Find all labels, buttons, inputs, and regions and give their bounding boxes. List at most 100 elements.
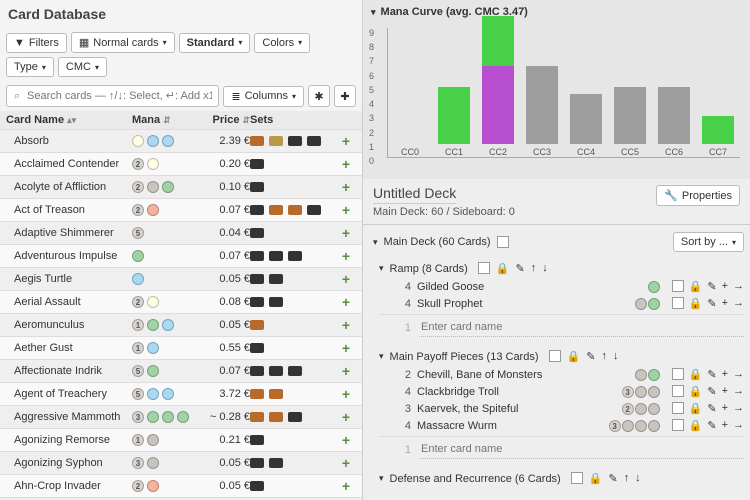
bar-CC3[interactable]: CC3 xyxy=(526,16,558,157)
table-row[interactable]: Adventurous Impulse 0.07 € + xyxy=(0,245,362,268)
checkbox[interactable] xyxy=(571,472,583,484)
bar-CC5[interactable]: CC5 xyxy=(614,16,646,157)
add-card-button[interactable]: ✚ xyxy=(334,85,356,107)
col-price[interactable]: Price⇵ xyxy=(194,114,250,126)
table-row[interactable]: Acolyte of Affliction 2 0.10 € + xyxy=(0,176,362,199)
edit-icon[interactable]: ✎ xyxy=(707,297,716,310)
table-row[interactable]: Aeromunculus 1 0.05 € + xyxy=(0,314,362,337)
right-icon[interactable]: → xyxy=(733,280,744,293)
add-card-icon[interactable]: + xyxy=(342,455,350,471)
table-row[interactable]: Aether Gust 1 0.55 € + xyxy=(0,337,362,360)
table-row[interactable]: Acclaimed Contender 2 0.20 € + xyxy=(0,153,362,176)
checkbox[interactable] xyxy=(672,297,684,309)
right-icon[interactable]: → xyxy=(733,385,744,398)
deck-card-row[interactable]: 4 Gilded Goose 🔒✎+→ xyxy=(379,278,744,295)
deck-card-row[interactable]: 2 Chevill, Bane of Monsters 🔒✎+→ xyxy=(379,366,744,383)
checkbox[interactable] xyxy=(549,350,561,362)
edit-icon[interactable]: ✎ xyxy=(707,368,716,381)
add-card-icon[interactable]: + xyxy=(342,386,350,402)
format-dropdown[interactable]: Standard▾ xyxy=(179,33,251,53)
table-row[interactable]: Agonizing Remorse 1 0.21 € + xyxy=(0,429,362,452)
add-card-input[interactable] xyxy=(419,318,744,337)
add-card-icon[interactable]: + xyxy=(342,179,350,195)
plus-icon[interactable]: + xyxy=(722,280,728,293)
col-sets[interactable]: Sets xyxy=(250,114,336,126)
checkbox[interactable] xyxy=(497,236,509,248)
down-icon[interactable]: ↓ xyxy=(613,350,619,363)
down-icon[interactable]: ↓ xyxy=(542,262,548,275)
bar-CC6[interactable]: CC6 xyxy=(658,16,690,157)
colors-dropdown[interactable]: Colors▾ xyxy=(254,33,310,53)
type-dropdown[interactable]: Type▾ xyxy=(6,57,54,77)
checkbox[interactable] xyxy=(672,368,684,380)
edit-icon[interactable]: ✎ xyxy=(608,472,617,485)
settings-button[interactable]: ✱ xyxy=(308,85,330,107)
lock-icon[interactable]: 🔒 xyxy=(689,419,703,432)
bar-CC2[interactable]: CC2 xyxy=(482,16,514,157)
checkbox[interactable] xyxy=(672,402,684,414)
checkbox[interactable] xyxy=(478,262,490,274)
plus-icon[interactable]: + xyxy=(722,402,728,415)
cmc-dropdown[interactable]: CMC▾ xyxy=(58,57,107,77)
mode-dropdown[interactable]: ▦Normal cards▾ xyxy=(71,32,175,53)
edit-icon[interactable]: ✎ xyxy=(586,350,595,363)
plus-icon[interactable]: + xyxy=(722,385,728,398)
group-header[interactable]: ▾ Main Payoff Pieces (13 Cards) 🔒✎↑↓ xyxy=(379,347,744,366)
deck-card-row[interactable]: 3 Kaervek, the Spiteful 2 🔒✎+→ xyxy=(379,400,744,417)
lock-icon[interactable]: 🔒 xyxy=(689,297,703,310)
search-input[interactable] xyxy=(6,85,219,107)
plus-icon[interactable]: + xyxy=(722,419,728,432)
right-icon[interactable]: → xyxy=(733,368,744,381)
add-card-icon[interactable]: + xyxy=(342,317,350,333)
plus-icon[interactable]: + xyxy=(722,368,728,381)
table-row[interactable]: Act of Treason 2 0.07 € + xyxy=(0,199,362,222)
properties-button[interactable]: 🔧Properties xyxy=(656,185,740,206)
edit-icon[interactable]: ✎ xyxy=(515,262,524,275)
deck-card-row[interactable]: 4 Clackbridge Troll 3 🔒✎+→ xyxy=(379,383,744,400)
checkbox[interactable] xyxy=(672,419,684,431)
edit-icon[interactable]: ✎ xyxy=(707,419,716,432)
table-row[interactable]: Adaptive Shimmerer 5 0.04 € + xyxy=(0,222,362,245)
lock-icon[interactable]: 🔒 xyxy=(689,385,703,398)
add-card-icon[interactable]: + xyxy=(342,363,350,379)
group-header[interactable]: ▾ Ramp (8 Cards) 🔒✎↑↓ xyxy=(379,259,744,278)
lock-icon[interactable]: 🔒 xyxy=(689,402,703,415)
right-icon[interactable]: → xyxy=(733,419,744,432)
right-icon[interactable]: → xyxy=(733,402,744,415)
bar-CC0[interactable]: CC0 xyxy=(394,16,426,157)
lock-icon[interactable]: 🔒 xyxy=(496,262,510,275)
table-row[interactable]: Aerial Assault 2 0.08 € + xyxy=(0,291,362,314)
deck-title[interactable]: Untitled Deck xyxy=(373,185,456,204)
col-name[interactable]: Card Name▴▾ xyxy=(6,114,132,126)
up-icon[interactable]: ↑ xyxy=(624,472,630,485)
bar-CC1[interactable]: CC1 xyxy=(438,16,470,157)
up-icon[interactable]: ↑ xyxy=(601,350,607,363)
lock-icon[interactable]: 🔒 xyxy=(689,280,703,293)
add-card-icon[interactable]: + xyxy=(342,294,350,310)
lock-icon[interactable]: 🔒 xyxy=(567,350,581,363)
checkbox[interactable] xyxy=(672,385,684,397)
edit-icon[interactable]: ✎ xyxy=(707,385,716,398)
table-row[interactable]: Agent of Treachery 5 3.72 € + xyxy=(0,383,362,406)
add-card-icon[interactable]: + xyxy=(342,225,350,241)
table-row[interactable]: Absorb 2.39 € + xyxy=(0,130,362,153)
edit-icon[interactable]: ✎ xyxy=(707,402,716,415)
sort-dropdown[interactable]: Sort by ...▾ xyxy=(673,232,744,252)
lock-icon[interactable]: 🔒 xyxy=(689,368,703,381)
add-card-icon[interactable]: + xyxy=(342,340,350,356)
lock-icon[interactable]: 🔒 xyxy=(589,472,603,485)
plus-icon[interactable]: + xyxy=(722,297,728,310)
deck-card-row[interactable]: 4 Massacre Wurm 3 🔒✎+→ xyxy=(379,417,744,434)
table-row[interactable]: Agonizing Syphon 3 0.05 € + xyxy=(0,452,362,475)
main-deck-group[interactable]: ▾ Main Deck (60 Cards) Sort by ...▾ xyxy=(373,229,744,255)
add-card-icon[interactable]: + xyxy=(342,156,350,172)
deck-card-row[interactable]: 4 Skull Prophet 🔒✎+→ xyxy=(379,295,744,312)
add-card-icon[interactable]: + xyxy=(342,478,350,494)
group-header[interactable]: ▾ Defense and Recurrence (6 Cards) 🔒✎↑↓ xyxy=(379,469,744,488)
down-icon[interactable]: ↓ xyxy=(635,472,641,485)
add-card-icon[interactable]: + xyxy=(342,133,350,149)
add-card-input[interactable] xyxy=(419,440,744,459)
table-row[interactable]: Ahn-Crop Invader 2 0.05 € + xyxy=(0,475,362,498)
right-icon[interactable]: → xyxy=(733,297,744,310)
add-card-icon[interactable]: + xyxy=(342,202,350,218)
